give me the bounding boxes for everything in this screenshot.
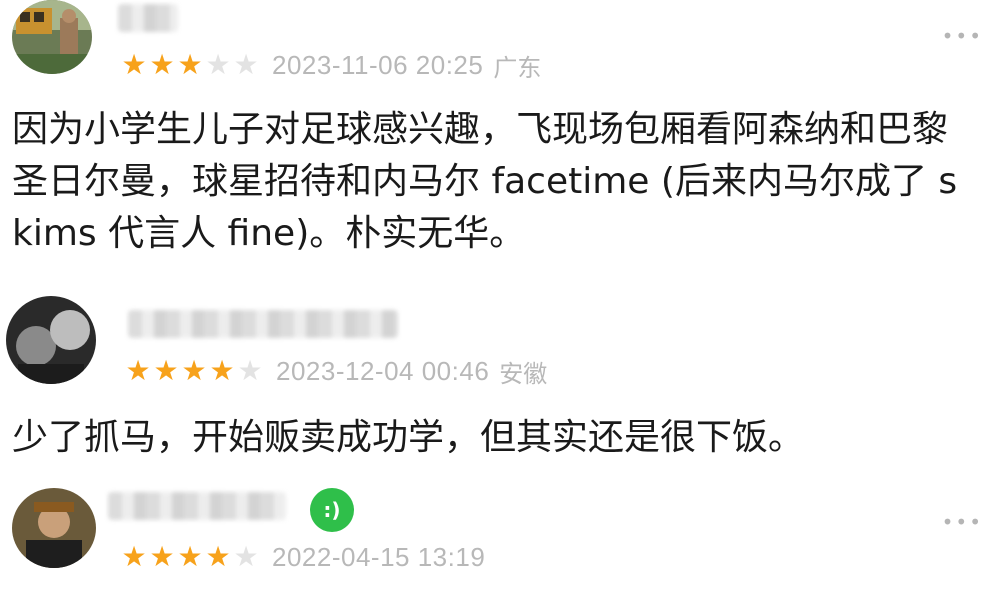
review-comment: 少了抓马，开始贩卖成功学，但其实还是很下饭。: [12, 417, 805, 458]
username-blurred[interactable]: [108, 492, 286, 520]
username-blurred[interactable]: [128, 310, 398, 338]
star-filled-icon: ★: [149, 48, 175, 81]
review-region: 安徽: [499, 359, 548, 388]
avatar[interactable]: [6, 296, 96, 384]
star-filled-icon: ★: [149, 540, 175, 573]
review-meta: ★ ★ ★ ★ ★ 2022-04-15 13:19: [120, 540, 485, 574]
username-blurred[interactable]: [118, 4, 178, 32]
review-date: 2023-11-06 20:25: [272, 49, 484, 80]
green-smile-badge-icon: :): [310, 488, 354, 532]
review-item-2: ★ ★ ★ ★ ★ 2023-12-04 00:46 安徽 少了抓马，开始贩卖成…: [0, 290, 995, 480]
star-filled-icon: ★: [177, 540, 203, 573]
review-item-1: ••• ★ ★ ★ ★ ★ 2023-11-06 20:25 广东 因为小学生儿…: [0, 0, 995, 280]
star-rating: ★ ★ ★ ★ ★: [120, 543, 260, 571]
star-filled-icon: ★: [177, 48, 203, 81]
star-empty-icon: ★: [233, 540, 259, 573]
more-options-icon[interactable]: •••: [942, 26, 983, 46]
avatar[interactable]: [12, 488, 96, 568]
review-region: 广东: [493, 53, 542, 82]
more-options-icon[interactable]: •••: [942, 512, 983, 532]
review-meta: ★ ★ ★ ★ ★ 2023-12-04 00:46 安徽: [124, 354, 547, 388]
review-date: 2023-12-04 00:46: [276, 355, 490, 386]
avatar[interactable]: [12, 0, 92, 74]
star-filled-icon: ★: [121, 48, 147, 81]
star-filled-icon: ★: [153, 354, 179, 387]
review-meta: ★ ★ ★ ★ ★ 2023-11-06 20:25 广东: [120, 48, 541, 82]
star-filled-icon: ★: [125, 354, 151, 387]
review-date: 2022-04-15 13:19: [272, 541, 486, 572]
star-empty-icon: ★: [237, 354, 263, 387]
star-filled-icon: ★: [121, 540, 147, 573]
star-filled-icon: ★: [209, 354, 235, 387]
star-rating: ★ ★ ★ ★ ★: [120, 51, 260, 79]
star-empty-icon: ★: [205, 48, 231, 81]
review-item-3: :) ••• ★ ★ ★ ★ ★ 2022-04-15 13:19: [0, 482, 995, 591]
star-empty-icon: ★: [233, 48, 259, 81]
star-rating: ★ ★ ★ ★ ★: [124, 357, 264, 385]
star-filled-icon: ★: [181, 354, 207, 387]
review-comment: 因为小学生儿子对足球感兴趣，飞现场包厢看阿森纳和巴黎圣日尔曼，球星招待和内马尔 …: [12, 109, 958, 254]
star-filled-icon: ★: [205, 540, 231, 573]
